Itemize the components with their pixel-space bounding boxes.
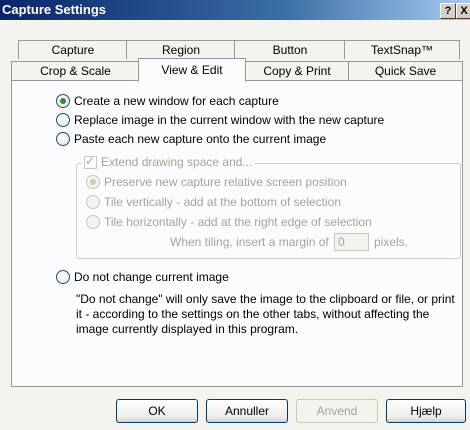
radio-replace-image-indicator[interactable]	[56, 113, 70, 127]
tab-copy-print[interactable]: Copy & Print	[244, 61, 350, 80]
ok-button[interactable]: OK	[116, 399, 198, 423]
help-button[interactable]: Hjælp	[386, 399, 466, 423]
radio-paste-capture-indicator[interactable]	[56, 132, 70, 146]
note-line-1: "Do not change" will only save the image…	[76, 292, 455, 306]
radio-paste-capture-label: Paste each new capture onto the current …	[74, 132, 327, 146]
tab-region[interactable]: Region	[126, 40, 236, 59]
radio-do-not-change-label: Do not change current image	[74, 270, 229, 284]
tab-button[interactable]: Button	[234, 40, 346, 59]
radio-tile-vertically-label: Tile vertically - add at the bottom of s…	[104, 195, 341, 209]
help-title-button[interactable]: ?	[440, 3, 456, 19]
cancel-button[interactable]: Annuller	[206, 399, 288, 423]
radio-new-window[interactable]: Create a new window for each capture	[56, 94, 279, 108]
title-bar: Capture Settings ? X	[0, 0, 470, 20]
note-line-3: image currently displayed in this progra…	[76, 322, 299, 336]
radio-do-not-change[interactable]: Do not change current image	[56, 270, 229, 284]
checkbox-extend-space-label: Extend drawing space and...	[101, 155, 253, 169]
tab-crop-scale[interactable]: Crop & Scale	[11, 61, 140, 80]
tab-quick-save[interactable]: Quick Save	[348, 61, 463, 80]
radio-new-window-indicator[interactable]	[56, 94, 70, 108]
margin-input[interactable]: 0	[334, 233, 369, 251]
window-title: Capture Settings	[2, 2, 107, 17]
radio-tile-vertically[interactable]: Tile vertically - add at the bottom of s…	[86, 195, 341, 209]
margin-label: When tiling, insert a margin of	[170, 235, 329, 249]
checkbox-extend-space[interactable]: Extend drawing space and...	[82, 154, 255, 169]
radio-tile-horizontally-indicator[interactable]	[86, 215, 100, 229]
radio-tile-horizontally[interactable]: Tile horizontally - add at the right edg…	[86, 215, 372, 229]
close-button[interactable]: X	[456, 3, 470, 19]
radio-replace-image-label: Replace image in the current window with…	[74, 113, 385, 127]
radio-new-window-label: Create a new window for each capture	[74, 94, 279, 108]
radio-tile-vertically-indicator[interactable]	[86, 195, 100, 209]
tab-textsnap[interactable]: TextSnap™	[344, 40, 460, 59]
radio-do-not-change-indicator[interactable]	[56, 270, 70, 284]
checkbox-extend-space-indicator[interactable]	[84, 154, 97, 169]
note-line-2: it - according to the settings on the ot…	[76, 307, 430, 321]
tab-view-edit[interactable]: View & Edit	[138, 58, 246, 82]
radio-preserve-position-label: Preserve new capture relative screen pos…	[104, 175, 347, 189]
tab-capture[interactable]: Capture	[18, 40, 128, 59]
margin-unit-label: pixels.	[374, 235, 409, 249]
radio-preserve-position-indicator[interactable]	[86, 175, 100, 189]
radio-preserve-position[interactable]: Preserve new capture relative screen pos…	[86, 175, 347, 189]
apply-button[interactable]: Anvend	[296, 399, 378, 423]
note-text: "Do not change" will only save the image…	[76, 292, 455, 337]
radio-replace-image[interactable]: Replace image in the current window with…	[56, 113, 384, 127]
radio-tile-horizontally-label: Tile horizontally - add at the right edg…	[104, 215, 372, 229]
radio-paste-capture[interactable]: Paste each new capture onto the current …	[56, 132, 326, 146]
